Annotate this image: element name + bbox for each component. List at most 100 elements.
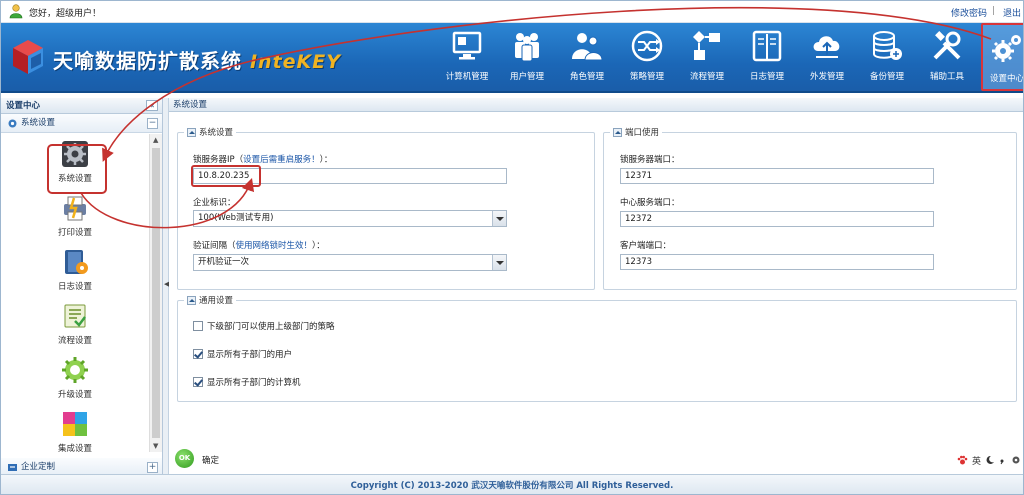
nav-computer-management[interactable]: 计算机管理 <box>437 23 497 91</box>
option-show-sub-dept-users[interactable]: 显示所有子部门的用户 <box>193 348 292 360</box>
main-nav: 计算机管理 用户管理 角色管理 策略管理 流程管理 日志管理 外发管理 备份管理… <box>437 23 1024 91</box>
sidebar-item-label: 升级设置 <box>57 390 92 400</box>
nav-label: 策略管理 <box>629 72 664 82</box>
sidebar-scrollbar[interactable]: ▲ ▼ <box>149 134 162 452</box>
nav-policy-management[interactable]: 策略管理 <box>617 23 677 91</box>
enterprise-id-label: 企业标识： <box>193 198 236 208</box>
sidebar-group-system-settings[interactable]: 系统设置 − <box>1 114 162 133</box>
sidebar-item-flow-settings[interactable]: 流程设置 <box>1 296 149 350</box>
checkbox-checked[interactable] <box>193 377 203 387</box>
sidebar-collapse-button[interactable]: « <box>146 100 158 111</box>
confirm-button[interactable]: 确定 <box>202 454 219 466</box>
users-icon <box>515 33 539 62</box>
client-port-input[interactable] <box>620 254 934 270</box>
nav-label: 用户管理 <box>509 72 544 82</box>
sidebar-header: 设置中心 « <box>1 98 162 114</box>
nav-label: 流程管理 <box>689 72 724 82</box>
ime-toolbar: 英 <box>957 452 1021 468</box>
chevron-down-icon[interactable] <box>492 211 506 226</box>
upgrade-icon <box>62 357 88 383</box>
nav-auxiliary-tools[interactable]: 辅助工具 <box>917 23 977 91</box>
sidebar-group-label: 企业定制 <box>21 462 56 472</box>
port-usage-legend[interactable]: 端口使用 <box>610 126 662 138</box>
nav-settings-center[interactable]: 设置中心 <box>981 23 1024 91</box>
sidebar-group-label: 系统设置 <box>21 118 56 128</box>
nav-log-management[interactable]: 日志管理 <box>737 23 797 91</box>
scroll-down-arrow-icon[interactable]: ▼ <box>153 442 158 450</box>
collapse-triangle-icon[interactable] <box>613 127 622 137</box>
main-panel: 系统设置 系统设置 锁服务器IP（设置后需重启服务！）： 企业标识： 100(W… <box>169 98 1023 474</box>
center-port-input[interactable] <box>620 211 934 227</box>
nav-outgoing-management[interactable]: 外发管理 <box>797 23 857 91</box>
scroll-up-arrow-icon[interactable]: ▲ <box>153 136 158 144</box>
label-text: 锁服务器IP（ <box>193 155 244 165</box>
enterprise-icon <box>8 464 17 471</box>
greeting-text: 您好，超级用户！ <box>29 9 102 19</box>
group-expand-toggle[interactable]: + <box>147 462 158 473</box>
ime-language-toggle[interactable]: 英 <box>972 454 981 467</box>
sidebar-item-print-settings[interactable]: 打印设置 <box>1 188 149 242</box>
center-port-label: 中心服务端口： <box>620 198 680 208</box>
lock-server-ip-label: 锁服务器IP（设置后需重启服务！）： <box>193 153 332 165</box>
moon-icon[interactable] <box>985 455 995 465</box>
sidebar-item-upgrade-settings[interactable]: 升级设置 <box>1 350 149 404</box>
ok-confirm-icon[interactable]: OK <box>175 449 194 468</box>
client-port-label: 客户端端口： <box>620 241 672 251</box>
main-panel-title: 系统设置 <box>173 100 208 110</box>
app-brand-text: InteKEY <box>249 51 341 73</box>
comma-icon[interactable] <box>999 455 1007 465</box>
verify-interval-select[interactable]: 开机验证一次 <box>193 254 507 271</box>
paw-icon[interactable] <box>957 455 968 466</box>
top-separator: | <box>991 6 995 16</box>
header-banner: 天喻数据防扩散系统 InteKEY 计算机管理 用户管理 角色管理 策略管理 流… <box>1 23 1023 93</box>
scrollbar-thumb[interactable] <box>152 148 160 438</box>
collapse-triangle-icon[interactable] <box>187 295 196 305</box>
chevron-down-icon[interactable] <box>492 255 506 270</box>
lock-port-input[interactable] <box>620 168 934 184</box>
group-collapse-toggle[interactable]: − <box>147 118 158 129</box>
nav-user-management[interactable]: 用户管理 <box>497 23 557 91</box>
flow-settings-icon <box>64 304 86 328</box>
enterprise-id-select[interactable]: 100(Web测试专用) <box>193 210 507 227</box>
option-inherit-parent-policy[interactable]: 下级部门可以使用上级部门的策略 <box>193 320 335 332</box>
gear-icon[interactable] <box>1011 455 1021 465</box>
nav-label: 日志管理 <box>749 72 784 82</box>
general-settings-legend[interactable]: 通用设置 <box>184 294 236 306</box>
system-settings-legend[interactable]: 系统设置 <box>184 126 236 138</box>
general-settings-fieldset: 通用设置 <box>177 294 1017 402</box>
gears-icon <box>992 35 1021 62</box>
sidebar-item-label: 流程设置 <box>57 336 92 346</box>
logout-link[interactable]: 退出 <box>1003 6 1021 19</box>
sidebar-item-label: 集成设置 <box>57 444 92 452</box>
nav-label: 外发管理 <box>809 72 844 82</box>
backup-icon <box>873 31 902 60</box>
log-book-icon <box>752 30 782 62</box>
checkbox-label: 显示所有子部门的计算机 <box>207 378 301 388</box>
collapse-triangle-icon[interactable] <box>187 127 196 137</box>
computer-icon <box>452 31 482 60</box>
label-hint: 使用网络锁时生效！ <box>235 241 313 251</box>
checkbox[interactable] <box>193 321 203 331</box>
option-show-sub-dept-computers[interactable]: 显示所有子部门的计算机 <box>193 376 301 388</box>
sidebar-item-label: 打印设置 <box>57 228 92 238</box>
gear-icon <box>8 119 17 128</box>
checkbox-label: 显示所有子部门的用户 <box>207 350 293 360</box>
app-title: 天喻数据防扩散系统 InteKEY <box>53 45 341 74</box>
nav-backup-management[interactable]: 备份管理 <box>857 23 917 91</box>
user-icon <box>9 4 23 19</box>
label-hint: 设置后需重启服务！ <box>243 155 320 165</box>
legend-label: 通用设置 <box>199 296 234 306</box>
nav-label: 设置中心 <box>989 74 1024 84</box>
sidebar-item-integration-settings[interactable]: 集成设置 <box>1 404 149 452</box>
log-settings-icon <box>65 250 88 274</box>
legend-label: 系统设置 <box>199 128 234 138</box>
highlight-box-system-settings <box>47 144 107 194</box>
checkbox-label: 下级部门可以使用上级部门的策略 <box>207 322 335 332</box>
nav-role-management[interactable]: 角色管理 <box>557 23 617 91</box>
change-password-link[interactable]: 修改密码 <box>951 6 987 19</box>
sidebar-item-log-settings[interactable]: 日志设置 <box>1 242 149 296</box>
nav-workflow-management[interactable]: 流程管理 <box>677 23 737 91</box>
action-bar: OK 确定 英 <box>169 445 1023 474</box>
checkbox-checked[interactable] <box>193 349 203 359</box>
nav-label: 角色管理 <box>569 72 604 82</box>
